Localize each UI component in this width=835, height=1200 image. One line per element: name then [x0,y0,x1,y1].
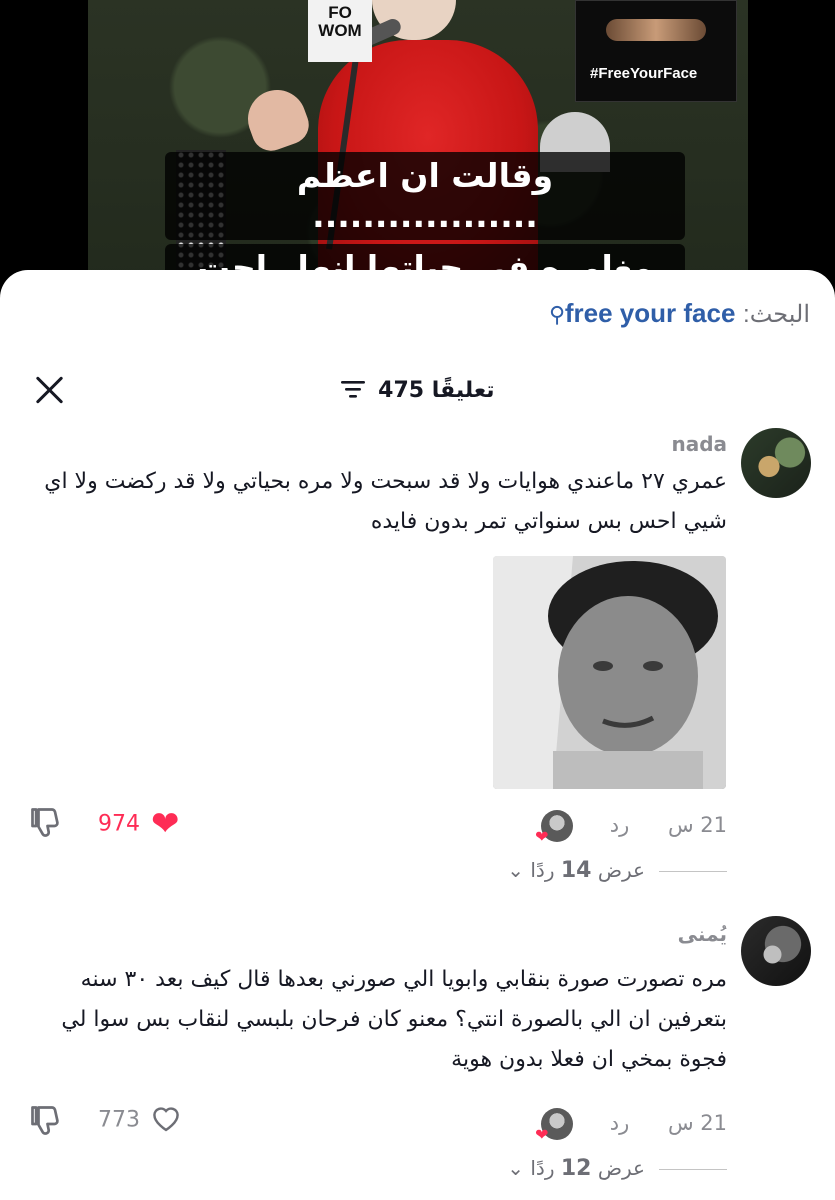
comment-image[interactable] [493,556,726,789]
view-replies-prefix: عرض [597,858,645,882]
view-replies-divider [659,871,727,872]
search-label: البحث: [743,301,810,328]
view-replies-button[interactable]: عرض 14 ردًا ⌄ [507,858,727,883]
comment-time: 21 س [667,1111,727,1135]
search-icon: ⚲ [548,303,565,328]
protest-sign-right: #FreeYourFace [575,0,737,102]
reply-button[interactable]: رد [610,813,630,837]
video-player[interactable]: FO WOM #FreeYourFace وقالت ان اعظم .....… [0,0,835,290]
comment-text: مره تصورت صورة بنقابي وابويا الي صورني ب… [61,967,727,1072]
caption-line-1: وقالت ان اعظم .................. [165,152,685,240]
reply-button[interactable]: رد [610,1111,630,1135]
like-button[interactable]: 773 [98,1102,183,1138]
dislike-icon[interactable] [28,1103,64,1139]
comment-meta: 21 س رد ❤ [535,810,727,846]
view-replies-divider [659,1169,727,1170]
comment-username[interactable]: يُمنى [678,922,727,946]
view-replies-suffix: ردًا [530,1156,555,1180]
comment-image-photo [493,556,726,789]
comments-sheet: البحث: free your face⚲ 475 تعليقًا nada … [0,270,835,1200]
creator-liked-avatar: ❤ [535,810,574,846]
avatar[interactable] [741,428,811,498]
dislike-icon[interactable] [28,805,64,841]
heart-badge-icon: ❤ [535,1125,549,1144]
heart-badge-icon: ❤ [535,827,549,846]
search-suggestion[interactable]: البحث: free your face⚲ [549,298,810,329]
avatar[interactable] [741,916,811,986]
creator-liked-avatar: ❤ [535,1108,574,1144]
chevron-down-icon: ⌄ [507,858,525,882]
chevron-down-icon: ⌄ [507,1156,525,1180]
view-replies-prefix: عرض [597,1156,645,1180]
speaker-hand [239,81,315,157]
view-replies-suffix: ردًا [530,858,555,882]
heart-outline-icon [149,1107,183,1138]
comment-text: عمري ٢٧ ماعندي هوايات ولا قد سبحت ولا مر… [44,469,727,534]
comment-username[interactable]: nada [671,432,727,456]
search-term-link[interactable]: free your face [565,298,736,328]
heart-filled-icon: ❤ [151,804,180,844]
comment-meta: 21 س رد ❤ [535,1108,727,1144]
like-button[interactable]: 974 ❤ [98,804,180,844]
view-replies-count: 12 [560,1156,592,1181]
view-replies-button[interactable]: عرض 12 ردًا ⌄ [507,1156,727,1181]
comment-count-label: 475 تعليقًا [378,378,495,403]
like-count: 974 [98,811,140,837]
view-replies-count: 14 [560,858,592,883]
niqab-eyes-image [606,19,706,41]
comment-time: 21 س [667,813,727,837]
protest-sign-left: FO WOM [308,0,372,62]
like-count: 773 [98,1107,140,1133]
protest-sign-hashtag: #FreeYourFace [590,65,698,82]
filter-icon[interactable] [340,379,365,404]
comment-count-header: 475 تعليقًا [0,378,835,404]
